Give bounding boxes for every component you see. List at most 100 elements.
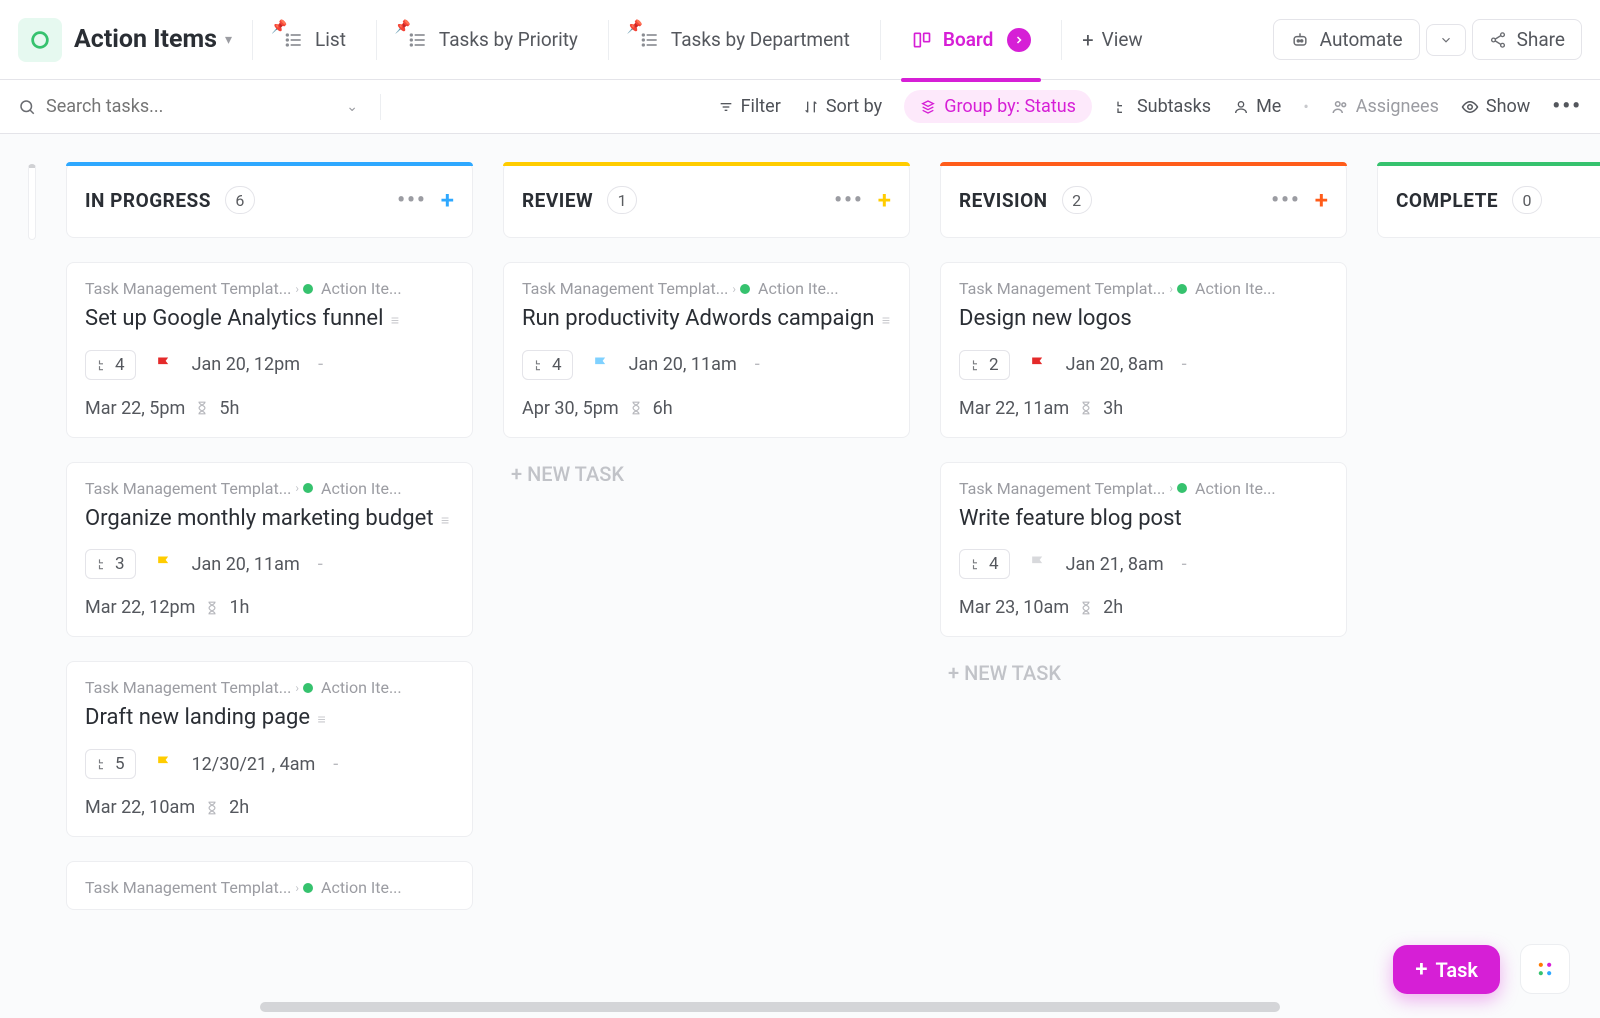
subtask-count[interactable]: 4 <box>85 350 136 380</box>
time-estimate[interactable]: 2h <box>1103 597 1123 618</box>
task-card[interactable]: Task Management Templat... › Action Ite.… <box>503 262 910 438</box>
subtask-count[interactable]: 5 <box>85 749 136 779</box>
time-estimate[interactable]: 1h <box>229 597 249 618</box>
tab-label: Board <box>943 28 993 51</box>
subtasks-button[interactable]: Subtasks <box>1114 96 1211 117</box>
horizontal-scrollbar[interactable] <box>260 1002 1280 1012</box>
prev-column-edge[interactable] <box>28 164 36 240</box>
new-task-button[interactable]: + NEW TASK <box>940 661 1347 685</box>
column-header-progress[interactable]: IN PROGRESS 6 ••• + <box>66 162 473 238</box>
board-settings-icon[interactable] <box>1007 28 1031 52</box>
priority-flag-icon[interactable] <box>154 354 174 376</box>
search-input[interactable] <box>46 96 336 117</box>
view-tab-priority[interactable]: 📌 Tasks by Priority <box>397 22 588 57</box>
priority-flag-icon[interactable] <box>154 753 174 775</box>
column-add-button[interactable]: + <box>1315 186 1328 214</box>
priority-flag-icon[interactable] <box>154 553 174 575</box>
view-tab-board[interactable]: Board <box>901 22 1041 58</box>
start-date[interactable]: Mar 22, 10am <box>85 797 195 818</box>
list-menu-caret-icon[interactable]: ▾ <box>225 32 232 48</box>
priority-flag-icon[interactable] <box>591 354 611 376</box>
column-add-button[interactable]: + <box>878 186 891 214</box>
chevron-down-icon <box>1439 33 1453 47</box>
time-estimate[interactable]: 5h <box>219 398 239 419</box>
task-card[interactable]: Task Management Templat... › Action Ite.… <box>66 661 473 837</box>
hourglass-icon <box>205 600 219 616</box>
view-tab-list[interactable]: 📌 List <box>273 22 356 57</box>
sort-button[interactable]: Sort by <box>803 96 882 117</box>
column-header-revision[interactable]: REVISION 2 ••• + <box>940 162 1347 238</box>
time-estimate[interactable]: 6h <box>653 398 673 419</box>
hourglass-icon <box>629 400 643 416</box>
automate-menu-button[interactable] <box>1426 24 1466 56</box>
column-add-button[interactable]: + <box>441 186 454 214</box>
separator <box>252 20 253 60</box>
share-button[interactable]: Share <box>1472 19 1582 60</box>
column-menu-button[interactable]: ••• <box>1271 188 1301 213</box>
priority-flag-icon[interactable] <box>1028 354 1048 376</box>
chevron-right-icon: › <box>295 881 299 895</box>
list-title[interactable]: Action Items <box>74 25 217 54</box>
status-dot-icon <box>740 284 750 294</box>
more-button[interactable]: ••• <box>1552 94 1582 119</box>
view-tab-department[interactable]: 📌 Tasks by Department <box>629 22 860 57</box>
subtask-count[interactable]: 2 <box>959 350 1010 380</box>
subtask-count[interactable]: 4 <box>522 350 573 380</box>
time-estimate[interactable]: 2h <box>229 797 249 818</box>
status-dot-icon <box>303 284 313 294</box>
chevron-right-icon: › <box>295 282 299 296</box>
filter-button[interactable]: Filter <box>718 96 781 117</box>
due-date[interactable]: Jan 20, 11am <box>629 354 737 375</box>
task-card[interactable]: Task Management Templat... › Action Ite.… <box>940 462 1347 638</box>
chevron-down-icon[interactable]: ⌄ <box>346 99 358 115</box>
time-estimate[interactable]: 3h <box>1103 398 1123 419</box>
add-view-button[interactable]: + View <box>1082 28 1142 52</box>
subtasks-label: Subtasks <box>1137 96 1211 117</box>
subtask-count[interactable]: 3 <box>85 549 136 579</box>
show-button[interactable]: Show <box>1461 96 1530 117</box>
due-date[interactable]: Jan 20, 11am <box>192 554 300 575</box>
person-icon <box>1233 99 1249 115</box>
subtask-count[interactable]: 4 <box>959 549 1010 579</box>
separator <box>880 20 881 60</box>
column-menu-button[interactable]: ••• <box>834 188 864 213</box>
assignees-button[interactable]: Assignees <box>1331 96 1439 117</box>
sort-label: Sort by <box>826 96 882 117</box>
automate-button[interactable]: Automate <box>1273 19 1420 60</box>
plus-icon: + <box>1082 28 1093 52</box>
column-header-complete[interactable]: COMPLETE 0 <box>1377 162 1600 238</box>
task-title: Run productivity Adwords campaign ≡ <box>522 304 891 334</box>
task-title: Organize monthly marketing budget ≡ <box>85 504 454 534</box>
show-label: Show <box>1486 96 1530 117</box>
breadcrumb: Task Management Templat... › Action Ite.… <box>522 279 891 298</box>
status-dot-icon <box>1177 483 1187 493</box>
task-title: Draft new landing page ≡ <box>85 703 454 733</box>
apps-icon <box>1535 959 1555 979</box>
group-button[interactable]: Group by: Status <box>904 90 1092 123</box>
new-task-button[interactable]: + NEW TASK <box>503 462 910 486</box>
me-button[interactable]: Me <box>1233 96 1281 117</box>
due-date[interactable]: 12/30/21 , 4am <box>192 754 316 775</box>
column-menu-button[interactable]: ••• <box>397 188 427 213</box>
start-date[interactable]: Mar 22, 11am <box>959 398 1069 419</box>
new-task-fab[interactable]: + Task <box>1393 945 1500 994</box>
task-card[interactable]: Task Management Templat... › Action Ite.… <box>66 462 473 638</box>
due-date[interactable]: Jan 20, 12pm <box>192 354 301 375</box>
task-card[interactable]: Task Management Templat... › Action Ite.… <box>940 262 1347 438</box>
start-date[interactable]: Mar 23, 10am <box>959 597 1069 618</box>
due-date[interactable]: Jan 21, 8am <box>1066 554 1164 575</box>
priority-flag-icon[interactable] <box>1028 553 1048 575</box>
start-date[interactable]: Mar 22, 12pm <box>85 597 195 618</box>
sort-icon <box>803 99 819 115</box>
start-date[interactable]: Mar 22, 5pm <box>85 398 185 419</box>
status-dot-icon <box>1177 284 1187 294</box>
chevron-right-icon: › <box>1169 282 1173 296</box>
column-header-review[interactable]: REVIEW 1 ••• + <box>503 162 910 238</box>
task-card[interactable]: Task Management Templat... › Action Ite.… <box>66 262 473 438</box>
due-date[interactable]: Jan 20, 8am <box>1066 354 1164 375</box>
add-view-label: View <box>1102 28 1143 51</box>
start-date[interactable]: Apr 30, 5pm <box>522 398 619 419</box>
subtask-icon <box>96 757 110 771</box>
task-card[interactable]: Task Management Templat... › Action Ite.… <box>66 861 473 910</box>
apps-fab[interactable] <box>1520 944 1570 994</box>
